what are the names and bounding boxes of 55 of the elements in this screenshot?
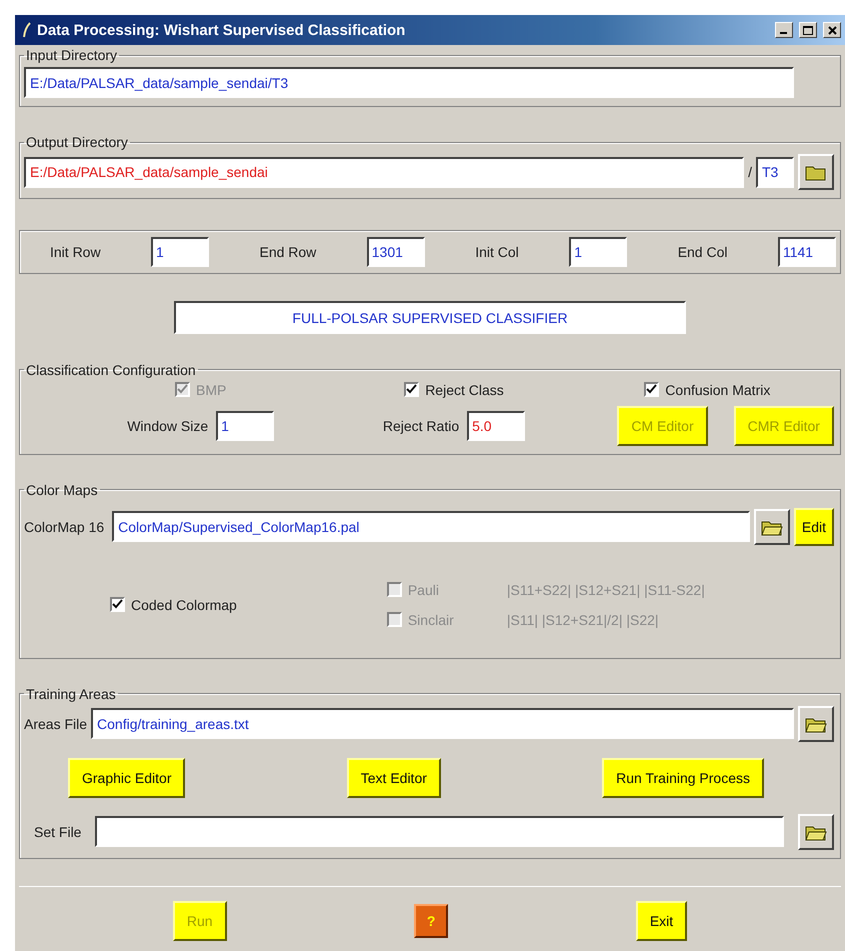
checkbox[interactable]	[644, 382, 660, 398]
subdirectory-field[interactable]: T3	[756, 156, 794, 188]
range-field[interactable]: 1	[151, 237, 210, 268]
group-title: Training Areas	[25, 686, 117, 702]
training-button[interactable]: Run Training Process	[602, 758, 764, 798]
range-label: Init Col	[475, 244, 519, 260]
close-button[interactable]	[823, 22, 841, 38]
formula-text: |S11+S22| |S12+S21| |S11-S22|	[506, 582, 705, 598]
set-file-field[interactable]	[95, 816, 784, 848]
training-button[interactable]: Graphic Editor	[68, 758, 186, 798]
group-title: Classification Configuration	[25, 362, 197, 378]
set-file-label: Set File	[34, 824, 82, 840]
window-title: Data Processing: Wishart Supervised Classification	[37, 22, 406, 38]
window-size-field[interactable]: 1	[216, 410, 274, 441]
checkbox-label: BMP	[196, 382, 226, 398]
checkbox[interactable]	[110, 597, 125, 612]
checkbox[interactable]	[404, 382, 420, 398]
reject-ratio-field[interactable]: 5.0	[467, 410, 526, 441]
open-folder-button[interactable]	[754, 508, 790, 545]
range-label: Init Row	[50, 244, 101, 260]
areas-file-field[interactable]: Config/training_areas.txt	[91, 708, 794, 740]
group-title: Output Directory	[25, 134, 129, 150]
checkbox-label: Coded Colormap	[131, 596, 237, 613]
training-button[interactable]: Text Editor	[346, 758, 441, 798]
checkbox-label: Sinclair	[408, 612, 454, 628]
feather-icon	[23, 22, 31, 38]
group-title: Input Directory	[25, 47, 118, 63]
range-label: End Col	[678, 244, 728, 260]
classifier-label: FULL-POLSAR SUPERVISED CLASSIFIER	[174, 301, 686, 334]
output-directory-field[interactable]: E:/Data/PALSAR_data/sample_sendai	[24, 156, 744, 188]
path-separator: /	[748, 164, 752, 180]
colormap-field[interactable]: ColorMap/Supervised_ColorMap16.pal	[112, 511, 750, 542]
minimize-button[interactable]	[775, 22, 793, 38]
close-icon	[828, 26, 836, 34]
checkbox-label: Pauli	[408, 582, 439, 598]
checkbox-label: Confusion Matrix	[665, 382, 770, 398]
range-field[interactable]: 1141	[778, 237, 836, 268]
action-button[interactable]: Exit	[636, 900, 688, 941]
input-directory-field[interactable]: E:/Data/PALSAR_data/sample_sendai/T3	[24, 67, 794, 98]
range-field[interactable]: 1301	[366, 237, 425, 268]
range-field[interactable]: 1	[569, 237, 628, 268]
maximize-button[interactable]	[799, 22, 817, 38]
checkbox-label: Reject Class	[425, 382, 504, 398]
open-folder-button[interactable]	[798, 814, 834, 850]
colormap-label: ColorMap 16	[24, 518, 104, 535]
formula-text: |S11| |S12+S21|/2| |S22|	[506, 612, 659, 628]
group-title: Color Maps	[25, 482, 99, 498]
maximize-icon	[803, 26, 813, 34]
open-folder-button[interactable]	[798, 706, 834, 742]
range-label: End Row	[259, 244, 316, 260]
window-size-label: Window Size	[127, 418, 208, 434]
edit-button[interactable]: Edit	[794, 508, 834, 546]
folder-button[interactable]	[798, 154, 834, 190]
reject-ratio-label: Reject Ratio	[382, 418, 460, 434]
areas-file-label: Areas File	[24, 716, 88, 732]
